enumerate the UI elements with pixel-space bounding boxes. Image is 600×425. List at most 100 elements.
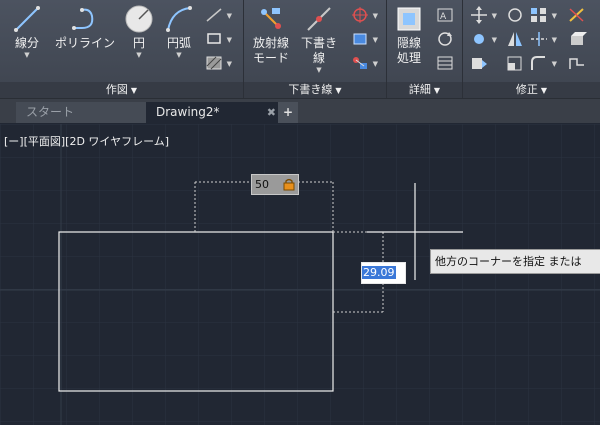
radial-line-icon (261, 8, 281, 29)
array-icon (531, 8, 546, 22)
refresh-icon (438, 32, 452, 46)
construction-line-label-1: 下書き (300, 36, 337, 50)
refresh-button[interactable] (435, 30, 457, 50)
chevron-down-icon: ▼ (130, 86, 138, 95)
edit-polyline-icon (569, 58, 584, 69)
construction-line-icon (307, 7, 331, 31)
stretch-button[interactable] (469, 54, 491, 74)
trim-icon (531, 32, 547, 46)
draw-panel-title-text: 作図 (105, 83, 128, 96)
draw-panel: 線分 ▼ ポリライン 円 ▼ 円弧 ▼ ▼ ▼ ▼ 作図 ▼ (0, 0, 244, 98)
ray-button[interactable]: ▼ (204, 6, 232, 26)
arc-button[interactable]: 円弧 ▼ (156, 2, 202, 76)
line-icon (14, 6, 40, 32)
chevron-down-icon: ▼ (335, 86, 342, 95)
move-icon (471, 6, 487, 24)
arc-icon (166, 6, 192, 32)
detail-panel-title-text: 詳細 (408, 83, 431, 96)
draw-panel-title[interactable]: 作図 ▼ (0, 82, 243, 98)
tab-drawing2[interactable]: Drawing2* ✖ (146, 102, 284, 123)
mirror-icon (508, 32, 522, 46)
hidden-line-icon (397, 7, 421, 31)
chevron-down-icon: ▼ (540, 86, 548, 95)
target-button[interactable]: ▼ (350, 6, 378, 26)
sketch-panel: 放射線 モード 下書き 線 ▼ ▼ ▼ ▼ 下書き線 ▼ (244, 0, 387, 98)
chevron-down-icon: ▼ (433, 86, 441, 95)
table-button[interactable] (435, 54, 457, 74)
rectangle-icon (207, 33, 221, 44)
modify-panel-title-text: 修正 (515, 83, 538, 96)
tab-start[interactable]: スタート (16, 102, 150, 123)
sketch-panel-title-text: 下書き線 (288, 83, 333, 96)
erase-button[interactable] (567, 6, 589, 26)
construction-line-button[interactable]: 下書き 線 ▼ (296, 2, 342, 76)
polyline-button[interactable]: ポリライン (54, 2, 116, 76)
sketch-panel-title[interactable]: 下書き線 ▼ (244, 82, 386, 98)
table-icon (437, 56, 453, 70)
selection-box-icon (353, 33, 367, 45)
svg-text:A: A (440, 12, 447, 22)
chevron-down-icon[interactable]: ▼ (4, 51, 50, 59)
select-area-button[interactable]: ▼ (350, 30, 378, 50)
tab-start-label: スタート (26, 105, 75, 119)
width-value: 50 (255, 178, 269, 191)
text-edit-button[interactable]: A (435, 6, 457, 26)
solid-icon (571, 32, 587, 45)
document-tab-bar: スタート Drawing2* ✖ + (0, 99, 600, 123)
radial-line-label-1: 放射線 (252, 36, 289, 50)
hidden-line-button[interactable]: 隠線 処理 (389, 2, 429, 76)
close-icon[interactable]: ✖ (267, 102, 276, 123)
grid (0, 124, 600, 425)
ribbon: 線分 ▼ ポリライン 円 ▼ 円弧 ▼ ▼ ▼ ▼ 作図 ▼ 放射線 モード 下… (0, 0, 600, 99)
construction-line-label-2: 線 (312, 51, 325, 65)
hatch-icon (206, 56, 222, 70)
move-button[interactable]: ▼ (469, 6, 497, 26)
command-prompt-tooltip: 他方のコーナーを指定 または (430, 249, 600, 274)
rotate-icon (508, 8, 522, 22)
width-dimension-input[interactable]: 50 (251, 174, 299, 195)
height-dimension-input[interactable]: 29.09 (361, 262, 406, 284)
solid-button[interactable] (567, 30, 589, 50)
drawing-canvas[interactable] (0, 124, 600, 425)
hidden-line-label-1: 隠線 (396, 36, 421, 50)
chevron-down-icon[interactable]: ▼ (156, 51, 202, 59)
polyline-label: ポリライン (54, 36, 115, 50)
fillet-button[interactable]: ▼ (529, 54, 557, 74)
diagonal-line-icon (206, 8, 222, 22)
scale-icon (507, 56, 522, 71)
viewport-controls-label[interactable]: [ー][平面図][2D ワイヤフレーム] (4, 133, 169, 149)
chevron-down-icon[interactable]: ▼ (296, 66, 342, 74)
copy-button[interactable]: ▼ (469, 30, 497, 50)
constraint-icon (353, 57, 367, 69)
modify-panel-title[interactable]: 修正 ▼ (463, 82, 600, 98)
array-button[interactable]: ▼ (529, 6, 557, 26)
modify-panel: ▼ ▼ ▼ ▼ ▼ 修正 ▼ (463, 0, 600, 98)
hatch-button[interactable]: ▼ (204, 54, 232, 74)
trim-button[interactable]: ▼ (529, 30, 557, 50)
detail-panel-title[interactable]: 詳細 ▼ (387, 82, 462, 98)
erase-icon (569, 8, 584, 22)
scale-button[interactable] (505, 54, 527, 74)
hidden-line-label-2: 処理 (396, 51, 421, 65)
constraint-button[interactable]: ▼ (350, 54, 378, 74)
radial-line-mode-button[interactable]: 放射線 モード (248, 2, 294, 76)
lock-icon (283, 178, 295, 191)
polyline-icon (72, 8, 94, 30)
target-icon (352, 7, 368, 23)
rectangle-button[interactable]: ▼ (204, 30, 232, 50)
copy-icon (474, 34, 484, 44)
radial-line-label-2: モード (252, 51, 289, 65)
rotate-button[interactable] (505, 6, 527, 26)
mirror-button[interactable] (505, 30, 527, 50)
stretch-icon (472, 58, 487, 69)
edit-polyline-button[interactable] (567, 54, 589, 74)
height-value: 29.09 (362, 266, 396, 279)
text-edit-icon: A (437, 8, 453, 22)
fillet-icon (531, 56, 545, 70)
circle-icon (125, 5, 153, 33)
tab-drawing2-label: Drawing2* (156, 105, 220, 119)
line-button[interactable]: 線分 ▼ (4, 2, 50, 76)
line-label: 線分 (14, 36, 39, 50)
new-tab-button[interactable]: + (278, 102, 298, 123)
detail-panel: 隠線 処理 A 詳細 ▼ (387, 0, 463, 98)
